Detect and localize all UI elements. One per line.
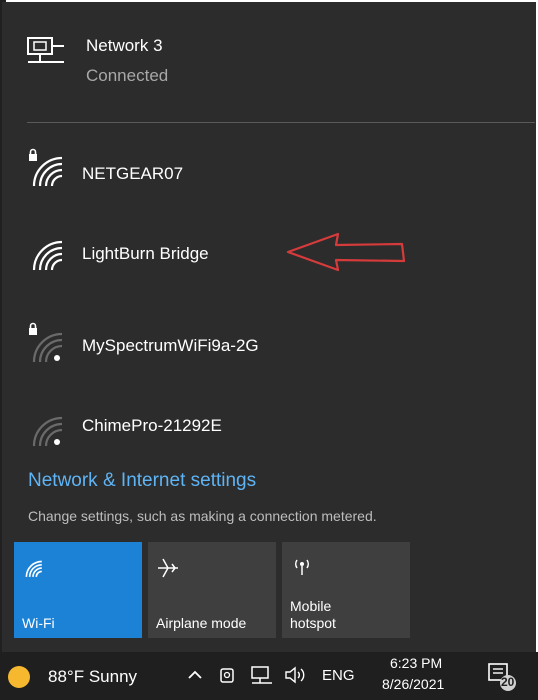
network-flyout: Network 3 Connected NETGEAR07 LightBurn …	[2, 2, 536, 652]
chevron-up-icon[interactable]	[186, 666, 204, 689]
meet-now-icon[interactable]	[218, 664, 238, 691]
wifi-toggle-button[interactable]: Wi-Fi	[14, 542, 142, 638]
ethernet-icon	[26, 36, 66, 71]
weather-sun-icon[interactable]	[6, 664, 32, 695]
weather-text[interactable]: 88°F Sunny	[48, 667, 137, 687]
network-name: LightBurn Bridge	[82, 244, 209, 263]
network-name: NETGEAR07	[82, 164, 184, 183]
annotation-arrow-icon	[284, 230, 408, 279]
wifi-secured-icon	[26, 148, 66, 193]
network-settings-description: Change settings, such as making a connec…	[28, 508, 377, 524]
tile-label: Airplane mode	[156, 615, 247, 631]
network-name: Network 3	[86, 36, 163, 55]
airplane-mode-button[interactable]: Airplane mode	[148, 542, 276, 638]
network-item-myspectrumwifi9a-2g[interactable]: MySpectrumWiFi9a-2G	[2, 318, 536, 378]
network-tray-icon[interactable]	[250, 664, 274, 691]
airplane-icon	[156, 556, 180, 583]
network-name: MySpectrumWiFi9a-2G	[82, 336, 259, 355]
wifi-weak-icon	[26, 406, 66, 453]
divider	[27, 122, 535, 123]
clock-date[interactable]: 8/26/2021	[382, 676, 444, 692]
tile-label: Wi-Fi	[22, 615, 55, 631]
wifi-secured-weak-icon	[26, 322, 66, 369]
wifi-icon	[22, 556, 44, 581]
language-indicator[interactable]: ENG	[322, 667, 355, 684]
tile-label: Mobile hotspot	[290, 598, 336, 631]
taskbar: 88°F Sunny ENG 6:23 PM 8/26/2021 20	[0, 652, 538, 700]
mobile-hotspot-button[interactable]: Mobile hotspot	[282, 542, 410, 638]
network-settings-link[interactable]: Network & Internet settings	[28, 470, 256, 492]
network-item-netgear07[interactable]: NETGEAR07	[2, 142, 536, 202]
volume-icon[interactable]	[284, 665, 306, 690]
notification-count-badge: 20	[501, 675, 515, 689]
clock-time[interactable]: 6:23 PM	[390, 655, 442, 671]
network-item-chimepro-21292e[interactable]: ChimePro-21292E	[2, 400, 536, 460]
hotspot-icon	[290, 556, 314, 579]
network-status: Connected	[86, 66, 169, 85]
wifi-icon	[26, 232, 66, 277]
network-name: ChimePro-21292E	[82, 416, 222, 435]
network-item-lightburn-bridge[interactable]: LightBurn Bridge	[2, 224, 536, 284]
network-item-network-3[interactable]: Network 3 Connected	[2, 24, 536, 94]
